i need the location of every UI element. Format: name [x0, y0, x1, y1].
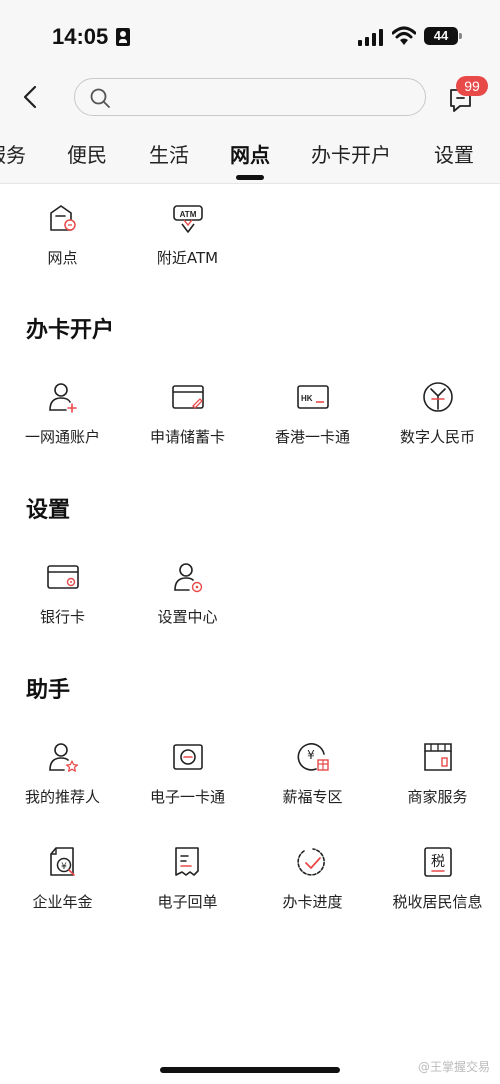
user-settings-icon: [174, 563, 203, 593]
home-indicator[interactable]: [160, 1067, 340, 1073]
grid-item-label: 申请储蓄卡: [149, 428, 225, 446]
grid-item-bank-card[interactable]: 银行卡: [0, 560, 125, 650]
progress-icon: [297, 848, 325, 876]
wifi-icon: [392, 26, 416, 45]
grid-item-label: 薪福专区: [282, 788, 343, 806]
e-card-icon: [173, 744, 203, 770]
grid-item-label: 税收居民信息: [392, 893, 483, 911]
battery-icon: 44: [424, 27, 462, 45]
back-arrow-icon[interactable]: [18, 82, 44, 112]
grid-item-label: 香港一卡通: [274, 428, 350, 446]
watermark: @王掌握交易: [417, 1060, 490, 1074]
user-add-icon: [49, 383, 77, 413]
status-bar: 14:05 44: [0, 0, 500, 70]
section-title-assistant: 助手: [26, 678, 71, 703]
grid-item-label: 商家服务: [407, 788, 468, 806]
grid-item-digital-rmb[interactable]: 数字人民币: [375, 380, 500, 470]
grid-item-branch[interactable]: 网点: [0, 201, 125, 291]
svg-text:¥: ¥: [61, 862, 67, 872]
search-icon: [90, 88, 110, 108]
grid-item-enterprise-annuity[interactable]: ¥ 企业年金: [0, 845, 125, 935]
grid-item-label: 网点: [47, 249, 78, 267]
message-badge: 99: [456, 76, 488, 96]
annuity-icon: ¥: [50, 847, 75, 876]
grid-item-salary-zone[interactable]: ¥ 薪福专区: [250, 740, 375, 830]
tax-icon: 税: [424, 847, 452, 877]
tabs-divider: [0, 183, 500, 184]
search-box[interactable]: [74, 78, 426, 116]
merchant-icon: [424, 743, 452, 771]
grid-item-label: 银行卡: [39, 608, 85, 626]
grid-item-hk-card[interactable]: HK 香港一卡通: [250, 380, 375, 470]
tab-branch[interactable]: 网点: [230, 139, 270, 168]
section-title-card-opening: 办卡开户: [26, 318, 115, 343]
signal-icon: [358, 29, 384, 46]
section-title-settings: 设置: [26, 498, 71, 523]
id-card-icon: [116, 28, 130, 46]
grid-item-label: 我的推荐人: [24, 788, 100, 806]
grid-item-my-referrer[interactable]: 我的推荐人: [0, 740, 125, 830]
tab-life[interactable]: 生活: [149, 139, 189, 168]
tab-service[interactable]: 服务: [0, 139, 26, 168]
referrer-icon: [49, 743, 78, 772]
grid-item-label: 附近ATM: [156, 249, 219, 267]
svg-text:ATM: ATM: [180, 210, 197, 219]
search-input[interactable]: [119, 84, 409, 110]
salary-icon: ¥: [297, 743, 329, 771]
grid-item-label: 办卡进度: [282, 893, 343, 911]
tab-settings[interactable]: 设置: [434, 139, 474, 168]
grid-item-tax-resident-info[interactable]: 税 税收居民信息: [375, 845, 500, 935]
grid-item-nearby-atm[interactable]: ATM 附近ATM: [125, 201, 250, 291]
grid-item-label: 一网通账户: [24, 428, 100, 446]
digital-rmb-icon: [423, 382, 453, 412]
tab-convenience[interactable]: 便民: [67, 139, 107, 168]
bank-card-icon: [47, 565, 79, 589]
category-tabs: 服务 便民 生活 网点 办卡开户 设置: [0, 124, 500, 184]
card-apply-icon: [172, 385, 204, 409]
grid-item-label: 企业年金: [32, 893, 93, 911]
grid-item-e-receipt[interactable]: 电子回单: [125, 845, 250, 935]
grid-item-apply-debit-card[interactable]: 申请储蓄卡: [125, 380, 250, 470]
svg-text:¥: ¥: [307, 748, 315, 762]
grid-item-label: 电子回单: [157, 893, 218, 911]
header: 99: [0, 70, 500, 124]
bank-branch-icon: [50, 205, 76, 231]
tab-card-opening[interactable]: 办卡开户: [311, 139, 391, 168]
status-time: 14:05: [52, 24, 109, 49]
grid-item-label: 数字人民币: [399, 428, 475, 446]
e-receipt-icon: [175, 847, 199, 876]
svg-text:HK: HK: [301, 394, 313, 403]
grid-item-merchant-service[interactable]: 商家服务: [375, 740, 500, 830]
hk-card-icon: HK: [297, 385, 329, 409]
grid-item-e-card[interactable]: 电子一卡通: [125, 740, 250, 830]
svg-text:税: 税: [431, 854, 445, 870]
grid-item-label: 设置中心: [157, 608, 218, 626]
grid-item-label: 电子一卡通: [149, 788, 225, 806]
active-tab-indicator: [236, 175, 264, 180]
grid-item-netbank-account[interactable]: 一网通账户: [0, 380, 125, 470]
atm-location-icon: ATM: [173, 205, 203, 233]
grid-item-settings-center[interactable]: 设置中心: [125, 560, 250, 650]
grid-item-card-progress[interactable]: 办卡进度: [250, 845, 375, 935]
